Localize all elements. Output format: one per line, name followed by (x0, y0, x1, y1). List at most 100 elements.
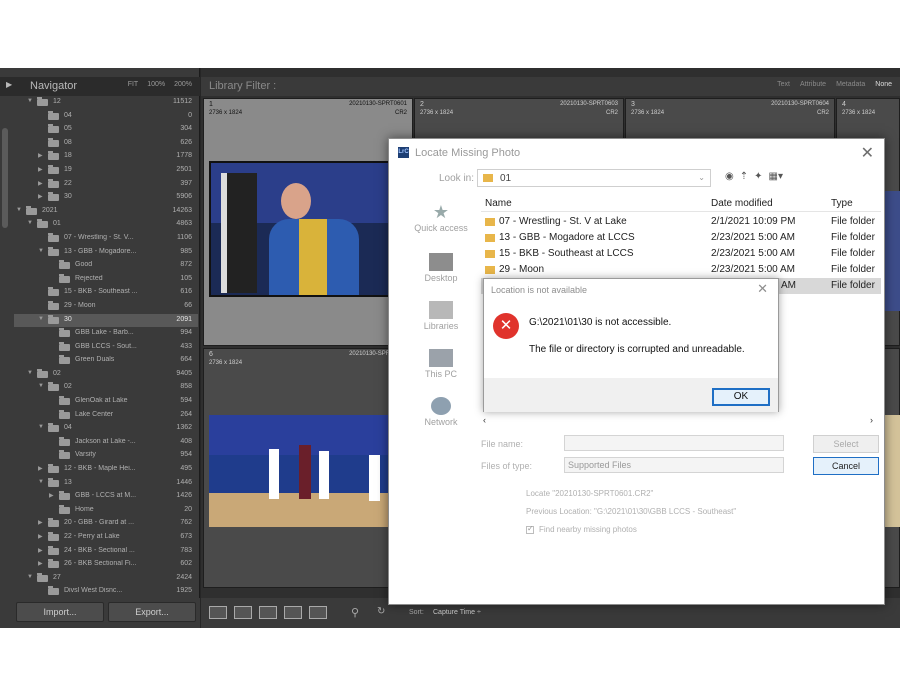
zoom-200[interactable]: 200% (174, 81, 192, 88)
file-row[interactable]: 29 - Moon 2/23/2021 5:00 AM File folder (481, 262, 881, 278)
disclosure-triangle-icon[interactable]: ▼ (27, 98, 33, 104)
export-button[interactable]: Export... (108, 602, 196, 622)
disclosure-triangle-icon[interactable]: ▼ (27, 220, 33, 226)
disclosure-triangle-icon[interactable]: ▼ (16, 207, 22, 213)
grid-cell-6[interactable]: 6 2736 x 1824 20210130-SPRT0609 (203, 348, 413, 588)
rotate-icon[interactable]: ↻ (377, 606, 385, 617)
place-libraries[interactable]: Libraries (401, 301, 481, 331)
folder-row[interactable]: 07 - Wrestling - St. V... 1106 (14, 232, 198, 246)
folder-row[interactable]: ▶ 22 397 (14, 178, 198, 192)
place-quick-access[interactable]: ★ Quick access (401, 203, 481, 233)
folder-row[interactable]: 05 304 (14, 123, 198, 137)
up-folder-icon[interactable]: ⇡ (740, 171, 748, 182)
folder-row[interactable]: 15 - BKB - Southeast ... 616 (14, 286, 198, 300)
ok-button[interactable]: OK (712, 388, 770, 406)
new-folder-icon[interactable]: ✦ (754, 171, 762, 182)
find-nearby-checkbox[interactable] (526, 524, 534, 534)
folder-row[interactable]: Divsl West Disnc... 1925 (14, 585, 198, 599)
folder-row[interactable]: GBB Lake - Barb... 994 (14, 327, 198, 341)
place-this-pc[interactable]: This PC (401, 349, 481, 379)
folder-row[interactable]: 29 - Moon 66 (14, 300, 198, 314)
folder-row[interactable]: ▼ 27 2424 (14, 572, 198, 586)
close-icon[interactable]: ✕ (757, 281, 768, 297)
folder-row[interactable]: Home 20 (14, 504, 198, 518)
file-list-hscrollbar[interactable]: ‹ › (481, 415, 881, 427)
disclosure-triangle-icon[interactable]: ▶ (49, 492, 54, 499)
folder-scrollbar[interactable] (2, 128, 8, 228)
cancel-button[interactable]: Cancel (813, 457, 879, 475)
disclosure-triangle-icon[interactable]: ▶ (38, 533, 43, 540)
loupe-view-icon[interactable] (234, 606, 252, 619)
column-date-modified[interactable]: Date modified (711, 198, 773, 209)
folder-row[interactable]: ▶ 26 - BKB Sectional Fi... 602 (14, 558, 198, 572)
disclosure-triangle-icon[interactable]: ▼ (27, 370, 33, 376)
folder-row[interactable]: GBB LCCS - Sout... 433 (14, 341, 198, 355)
folder-row[interactable]: ▶ GBB - LCCS at M... 1426 (14, 490, 198, 504)
column-type[interactable]: Type (831, 198, 853, 209)
folder-row[interactable]: Green Duals 664 (14, 354, 198, 368)
folder-row[interactable]: 08 626 (14, 137, 198, 151)
people-view-icon[interactable] (309, 606, 327, 619)
folder-row[interactable]: ▶ 24 - BKB - Sectional ... 783 (14, 545, 198, 559)
filter-attribute[interactable]: Attribute (800, 81, 826, 88)
select-button[interactable]: Select (813, 435, 879, 453)
grid-cell-1[interactable]: 1 2736 x 1824 20210130-SPRT0601 CR2 (203, 98, 413, 346)
file-row[interactable]: 07 - Wrestling - St. V at Lake 2/1/2021 1… (481, 214, 881, 230)
folder-row[interactable]: ▼ 01 4863 (14, 218, 198, 232)
survey-view-icon[interactable] (284, 606, 302, 619)
scroll-left-icon[interactable]: ‹ (483, 415, 486, 425)
import-button[interactable]: Import... (16, 602, 104, 622)
folder-row[interactable]: ▼ 30 2091 (14, 313, 198, 328)
place-desktop[interactable]: Desktop (401, 253, 481, 283)
filter-none[interactable]: None (875, 81, 892, 88)
painter-icon[interactable]: ⚲ (351, 606, 359, 619)
file-name-input[interactable] (564, 435, 784, 451)
folder-row[interactable]: Lake Center 264 (14, 409, 198, 423)
zoom-100[interactable]: 100% (147, 81, 165, 88)
file-row[interactable]: 15 - BKB - Southeast at LCCS 2/23/2021 5:… (481, 246, 881, 262)
photo-coach[interactable] (209, 161, 395, 297)
disclosure-triangle-icon[interactable]: ▶ (38, 547, 43, 554)
close-icon[interactable]: ✕ (861, 143, 874, 163)
folder-row[interactable]: Rejected 105 (14, 273, 198, 287)
collapse-triangle-icon[interactable]: ▶ (6, 80, 12, 89)
filter-text[interactable]: Text (777, 81, 790, 88)
folder-row[interactable]: GlenOak at Lake 594 (14, 395, 198, 409)
folder-row[interactable]: ▼ 2021 14263 (14, 205, 198, 219)
compare-view-icon[interactable] (259, 606, 277, 619)
disclosure-triangle-icon[interactable]: ▶ (38, 519, 43, 526)
column-name[interactable]: Name (485, 198, 512, 209)
disclosure-triangle-icon[interactable]: ▶ (38, 193, 43, 200)
folder-row[interactable]: ▼ 02 9405 (14, 368, 198, 382)
view-menu-icon[interactable]: ▦▾ (769, 171, 783, 182)
disclosure-triangle-icon[interactable]: ▼ (38, 248, 44, 254)
disclosure-triangle-icon[interactable]: ▼ (38, 383, 44, 389)
folder-row[interactable]: Varsity 954 (14, 449, 198, 463)
disclosure-triangle-icon[interactable]: ▶ (38, 152, 43, 159)
back-icon[interactable]: ◉ (725, 171, 734, 182)
file-type-select[interactable]: Supported Files (564, 457, 784, 473)
folder-row[interactable]: ▶ 30 5906 (14, 191, 198, 205)
navigator-header[interactable]: ▶ Navigator FIT 100% 200% (0, 77, 200, 96)
folder-row[interactable]: ▶ 18 1778 (14, 150, 198, 164)
scroll-right-icon[interactable]: › (870, 415, 873, 425)
disclosure-triangle-icon[interactable]: ▶ (38, 560, 43, 567)
folder-row[interactable]: ▶ 20 - GBB - Girard at ... 762 (14, 517, 198, 531)
folder-row[interactable]: Jackson at Lake -... 408 (14, 436, 198, 450)
disclosure-triangle-icon[interactable]: ▶ (38, 180, 43, 187)
folder-row[interactable]: 04 0 (14, 110, 198, 124)
disclosure-triangle-icon[interactable]: ▼ (38, 316, 44, 322)
place-network[interactable]: Network (401, 397, 481, 427)
folder-row[interactable]: ▼ 04 1362 (14, 422, 198, 436)
disclosure-triangle-icon[interactable]: ▶ (38, 166, 43, 173)
folder-row[interactable]: ▶ 12 - BKB - Maple Hei... 495 (14, 463, 198, 477)
folder-row[interactable]: ▼ 13 - GBB - Mogadore... 985 (14, 246, 198, 260)
folder-row[interactable]: ▼ 02 858 (14, 381, 198, 395)
zoom-fit[interactable]: FIT (128, 81, 139, 88)
disclosure-triangle-icon[interactable]: ▼ (38, 424, 44, 430)
folder-row[interactable]: ▶ 22 - Perry at Lake 673 (14, 531, 198, 545)
sort-dropdown[interactable]: Capture Time ÷ (433, 609, 481, 616)
folder-row[interactable]: ▶ 19 2501 (14, 164, 198, 178)
folder-row[interactable]: ▼ 13 1446 (14, 477, 198, 491)
folder-row[interactable]: ▼ 12 11512 (14, 96, 198, 110)
